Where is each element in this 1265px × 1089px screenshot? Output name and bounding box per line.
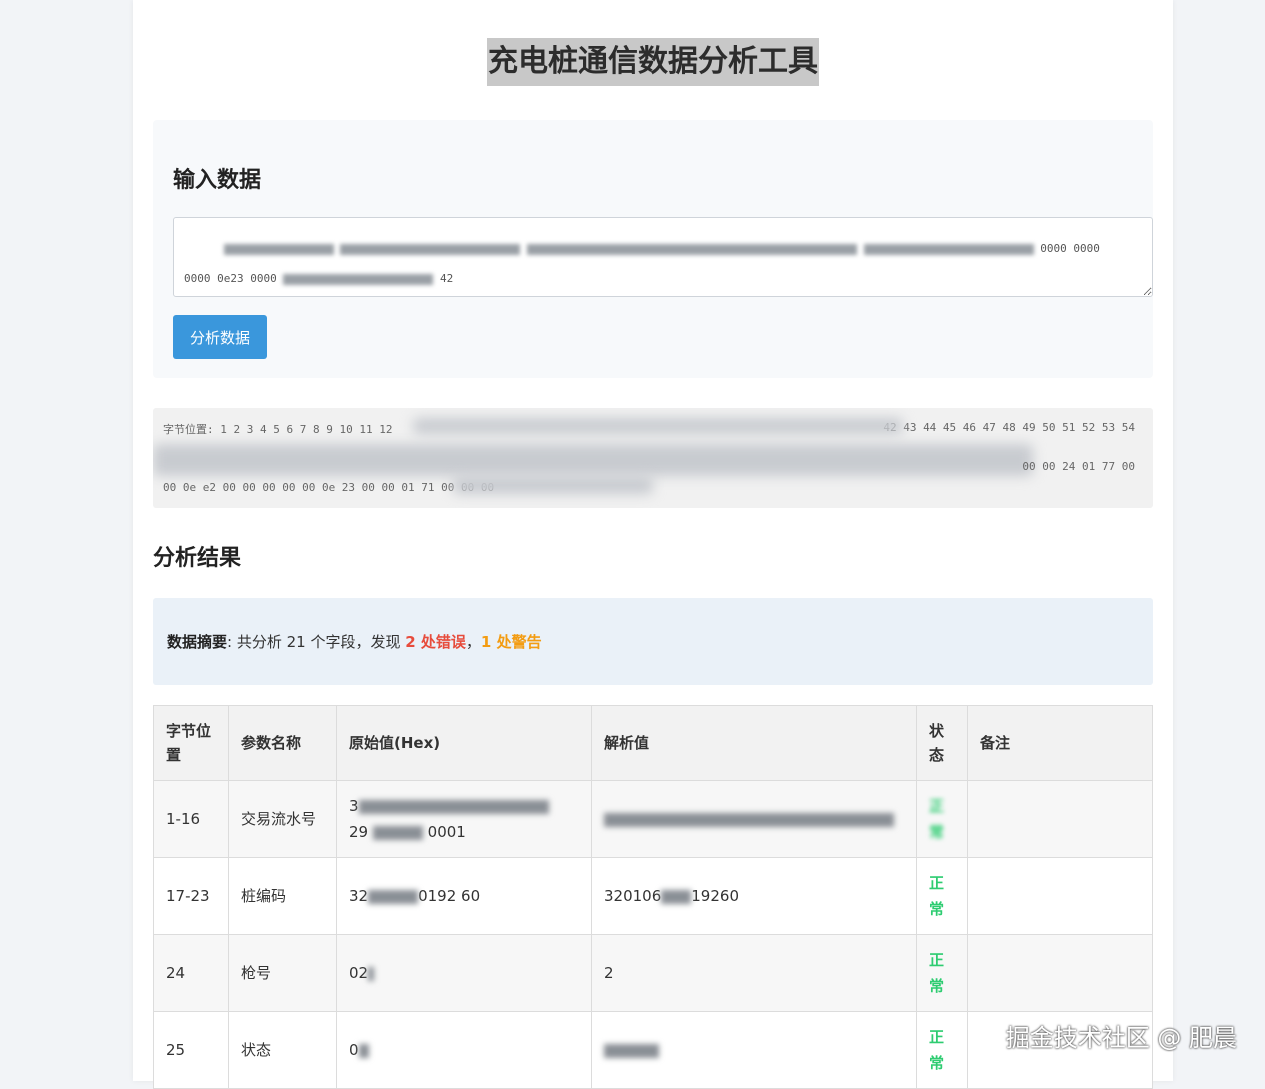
summary-text: : 共分析 21 个字段，发现: [227, 633, 406, 651]
input-heading: 输入数据: [173, 168, 262, 193]
textarea-line2-start: 0000 0e23 0000: [184, 272, 277, 285]
data-input-textarea[interactable]: 0000 0000 0000 0e23 0000 42: [173, 217, 1153, 297]
redacted-text: [358, 1043, 369, 1058]
cell-parsed: [591, 780, 917, 858]
raw-start: 02: [349, 964, 369, 982]
cell-status: 正常: [916, 934, 968, 1012]
redacted-text: [368, 889, 419, 904]
byte-positions-start: 1 2 3 4 5 6 7 8 9 10 11 12: [220, 423, 393, 436]
byte-row3: 00 0e e2 00 00 00 00 00 0e 23 00 00 01 7…: [163, 481, 495, 494]
header-notes: 备注: [967, 705, 1153, 781]
redacted-text: [283, 273, 434, 285]
textarea-line2-end: 42: [439, 272, 454, 285]
textarea-line1-end: 0000 0000: [1040, 242, 1100, 255]
byte-row2-end: 00 00 24 01 77 00: [1022, 460, 1135, 473]
results-table: 字节位置 参数名称 原始值(Hex) 解析值 状态 备注 1-16 交易流水号 …: [153, 705, 1153, 1089]
summary-label: 数据摘要: [167, 633, 228, 651]
input-section: 输入数据 0000 0000 0000 0e23 0000 42 分析数据: [153, 120, 1153, 378]
cell-position: 25: [153, 1011, 229, 1089]
cell-note: [967, 857, 1153, 935]
summary-separator: ，: [465, 633, 481, 651]
cell-name: 交易流水号: [228, 780, 337, 858]
redacted-text: [340, 243, 521, 255]
title-wrap: 充电桩通信数据分析工具: [133, 0, 1173, 118]
redacted-text: [223, 243, 334, 255]
raw-line2: 29: [349, 823, 369, 841]
table-row: 1-16 交易流水号 3 29 0001 正常: [153, 780, 1153, 858]
redacted-text: [863, 243, 1034, 255]
raw-start: 0: [349, 1041, 359, 1059]
cell-position: 17-23: [153, 857, 229, 935]
redacted-text: [604, 812, 894, 827]
cell-note: [967, 934, 1153, 1012]
status-badge: 正常: [929, 797, 945, 841]
redacted-text: [527, 243, 857, 255]
cell-parsed: 320106 19260: [591, 857, 917, 935]
redacted-text: [372, 825, 423, 840]
cell-parsed: [591, 1011, 917, 1089]
cell-name: 桩编码: [228, 857, 337, 935]
header-status: 状态: [916, 705, 968, 781]
cell-position: 1-16: [153, 780, 229, 858]
cell-raw: 0: [336, 1011, 592, 1089]
cell-note: [967, 780, 1153, 858]
table-row: 17-23 桩编码 32 0192 60 320106 19260 正常: [153, 857, 1153, 935]
redaction-mask: [413, 418, 903, 434]
redacted-text: [661, 889, 692, 904]
byte-positions-label: 字节位置:: [163, 423, 214, 436]
summary-errors: 2 处错误: [405, 633, 466, 651]
parsed-end: 19260: [691, 887, 739, 905]
byte-positions-end: 42 43 44 45 46 47 48 49 50 51 52 53 54: [883, 421, 1135, 434]
status-badge: 正常: [929, 874, 945, 918]
parsed-start: 320106: [604, 887, 662, 905]
raw-line2-end: 0001: [427, 823, 466, 841]
analyze-button[interactable]: 分析数据: [173, 315, 267, 359]
table-header-row: 字节位置 参数名称 原始值(Hex) 解析值 状态 备注: [153, 705, 1153, 781]
raw-start: 3: [349, 797, 359, 815]
cell-status: 正常: [916, 1011, 968, 1089]
header-param-name: 参数名称: [228, 705, 337, 781]
cell-position: 24: [153, 934, 229, 1012]
redacted-text: [368, 966, 375, 981]
byte-positions-row: 字节位置: 1 2 3 4 5 6 7 8 9 10 11 12: [163, 421, 392, 437]
table-row: 24 枪号 02 2 正常: [153, 934, 1153, 1012]
redaction-mask: [153, 444, 1033, 476]
header-byte-position: 字节位置: [153, 705, 229, 781]
cell-raw: 3 29 0001: [336, 780, 592, 858]
raw-start: 32: [349, 887, 369, 905]
table-row: 25 状态 0 正常: [153, 1011, 1153, 1089]
cell-status: 正常: [916, 780, 968, 858]
page-container: 充电桩通信数据分析工具 输入数据 0000 0000 0000 0e23 000…: [133, 0, 1173, 1089]
status-badge: 正常: [929, 951, 945, 995]
redacted-text: [604, 1043, 659, 1058]
cell-name: 枪号: [228, 934, 337, 1012]
byte-position-panel: 字节位置: 1 2 3 4 5 6 7 8 9 10 11 12 42 43 4…: [153, 408, 1153, 508]
data-summary: 数据摘要: 共分析 21 个字段，发现 2 处错误，1 处警告: [153, 598, 1153, 685]
cell-parsed: 2: [591, 934, 917, 1012]
summary-warnings: 1 处警告: [480, 633, 542, 651]
header-parsed-value: 解析值: [591, 705, 917, 781]
header-raw-hex: 原始值(Hex): [336, 705, 592, 781]
results-heading: 分析结果: [153, 546, 242, 571]
status-badge: 正常: [929, 1028, 945, 1072]
page-title: 充电桩通信数据分析工具: [487, 38, 819, 86]
cell-raw: 02: [336, 934, 592, 1012]
redacted-text: [358, 799, 549, 814]
watermark: 掘金技术社区 @ 肥晨: [1005, 1024, 1237, 1052]
raw-end: 0192 60: [418, 887, 481, 905]
cell-status: 正常: [916, 857, 968, 935]
cell-raw: 32 0192 60: [336, 857, 592, 935]
redaction-mask: [453, 476, 653, 494]
cell-name: 状态: [228, 1011, 337, 1089]
